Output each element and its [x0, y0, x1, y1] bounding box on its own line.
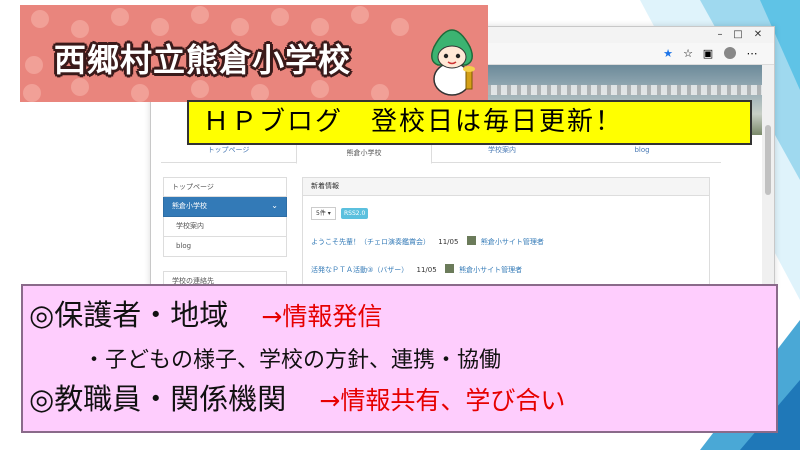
side-item-top-page[interactable]: トップページ	[163, 177, 287, 197]
profile-avatar-icon[interactable]	[723, 47, 737, 63]
more-menu-icon[interactable]: ⋯	[745, 47, 759, 61]
info-box: ◎保護者・地域 →情報発信 ・子どもの様子、学校の方針、連携・協働 ◎教職員・関…	[21, 284, 778, 433]
mascot-icon	[431, 29, 475, 96]
maximize-icon[interactable]: □	[731, 28, 745, 42]
info-line-staff: ◎教職員・関係機関 →情報共有、学び合い	[29, 376, 565, 418]
info-staff-label: ◎教職員・関係機関	[29, 382, 287, 416]
rss-badge[interactable]: RSS2.0	[341, 208, 369, 219]
author-icon	[444, 264, 454, 273]
news-panel-heading: 新着情報	[303, 178, 709, 196]
close-icon[interactable]: ✕	[751, 28, 765, 42]
news-date: 11/05	[416, 266, 437, 274]
info-guardians-note: →情報発信	[261, 302, 383, 331]
school-name-title: 西郷村立熊倉小学校	[54, 41, 352, 79]
news-date: 11/05	[438, 238, 459, 246]
info-line-guardians: ◎保護者・地域 →情報発信	[29, 292, 382, 334]
side-item-kumakura-school[interactable]: 熊倉小学校 ⌄	[163, 197, 287, 217]
collections-icon[interactable]: ▣	[701, 47, 715, 61]
info-line-details: ・子どもの様子、学校の方針、連携・協働	[83, 348, 502, 373]
side-item-blog[interactable]: blog	[163, 237, 287, 257]
author-icon	[466, 236, 476, 245]
minimize-icon[interactable]: –	[713, 28, 727, 42]
scroll-thumb[interactable]	[765, 125, 771, 195]
side-item-school-guide[interactable]: 学校案内	[163, 217, 287, 237]
news-item: 活発なＰＴＡ活動③（バザー） 11/05 熊倉小サイト管理者	[311, 264, 522, 276]
news-author-link[interactable]: 熊倉小サイト管理者	[459, 266, 522, 274]
news-item: ようこそ先輩！（チェロ演奏鑑賞会） 11/05 熊倉小サイト管理者	[311, 236, 544, 248]
favorites-list-icon[interactable]: ☆	[681, 47, 695, 61]
info-staff-note: →情報共有、学び合い	[319, 386, 566, 415]
favorite-star-icon[interactable]: ★	[661, 47, 675, 61]
side-menu: トップページ 熊倉小学校 ⌄ 学校案内 blog	[163, 177, 287, 257]
news-title-link[interactable]: ようこそ先輩！（チェロ演奏鑑賞会）	[311, 238, 430, 246]
blog-callout: ＨＰブログ 登校日は毎日更新！	[187, 100, 752, 145]
item-count-dropdown[interactable]: 5件 ▾	[311, 207, 336, 220]
chevron-down-icon: ⌄	[271, 201, 278, 210]
info-guardians-label: ◎保護者・地域	[29, 298, 229, 332]
page-scrollbar[interactable]	[762, 65, 774, 287]
news-author-link[interactable]: 熊倉小サイト管理者	[481, 238, 544, 246]
news-panel: 新着情報 5件 ▾ RSS2.0 ようこそ先輩！（チェロ演奏鑑賞会） 11/05…	[302, 177, 710, 287]
news-title-link[interactable]: 活発なＰＴＡ活動③（バザー）	[311, 266, 408, 274]
school-banner: 西郷村立熊倉小学校	[20, 5, 488, 102]
